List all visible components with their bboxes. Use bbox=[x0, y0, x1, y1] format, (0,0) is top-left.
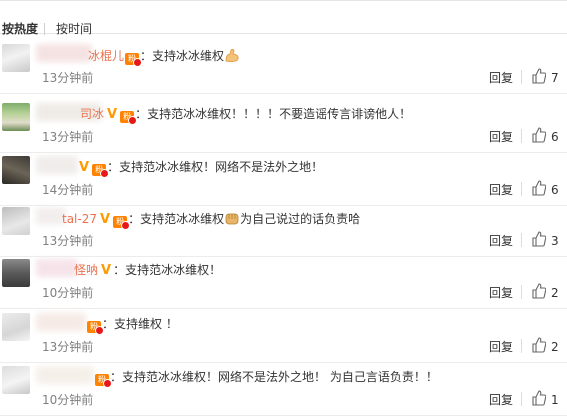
username[interactable]: 怪呐 bbox=[74, 263, 98, 277]
comment-text: ：支持范冰冰维权！网络不是法外之地！ bbox=[107, 160, 324, 174]
username[interactable]: tal-27 bbox=[62, 212, 97, 226]
comment-text: ：支持范冰冰维权！！！！不要造谣传言诽谤他人！ bbox=[135, 107, 412, 121]
action-divider bbox=[521, 392, 522, 406]
action-divider bbox=[521, 339, 522, 353]
thumbs-up-icon[interactable] bbox=[532, 180, 546, 196]
comment-text: ：支持范冰冰维权 bbox=[128, 212, 225, 226]
avatar[interactable] bbox=[2, 44, 30, 72]
like-count: 7 bbox=[551, 71, 559, 85]
comment-text-continued: 为自己说过的话负责哈 bbox=[240, 212, 361, 226]
thumbs-up-icon[interactable] bbox=[532, 283, 546, 299]
vip-v-icon: V bbox=[101, 263, 112, 278]
thumbs-up-icon[interactable] bbox=[532, 231, 546, 247]
comment-time: 14分钟前 bbox=[42, 183, 94, 197]
avatar[interactable] bbox=[2, 366, 30, 394]
avatar[interactable] bbox=[2, 207, 30, 235]
like-count: 1 bbox=[551, 393, 559, 407]
like-count: 3 bbox=[551, 234, 559, 248]
comment-text: ：支持维权 ！ bbox=[102, 317, 178, 331]
comment-time: 13分钟前 bbox=[42, 130, 94, 144]
thumbs-up-icon[interactable] bbox=[532, 68, 546, 84]
avatar[interactable] bbox=[2, 313, 30, 341]
thumbs-up-icon[interactable] bbox=[532, 127, 546, 143]
action-divider bbox=[521, 129, 522, 143]
avatar[interactable] bbox=[2, 259, 30, 287]
strong-arm-emoji-icon bbox=[225, 48, 239, 62]
blurred-username bbox=[36, 313, 86, 331]
action-divider bbox=[521, 233, 522, 247]
action-divider bbox=[521, 182, 522, 196]
vip-v-icon: V bbox=[79, 160, 90, 175]
vip-v-icon: V bbox=[107, 107, 118, 122]
username[interactable]: 司冰 bbox=[80, 107, 104, 121]
blurred-username bbox=[36, 259, 78, 277]
comment-item: 粉：支持维权 ！ 13分钟前 回复 2 bbox=[0, 305, 567, 363]
comment-item: 司冰 V 粉：支持范冰冰维权！！！！不要造谣传言诽谤他人！ 13分钟前 回复 6 bbox=[0, 95, 567, 153]
sort-by-hot[interactable]: 按热度 bbox=[2, 23, 38, 35]
sort-by-time[interactable]: 按时间 bbox=[56, 23, 92, 35]
comment-sort-bar: 按热度 按时间 bbox=[0, 0, 567, 35]
fan-badge-icon: 粉 bbox=[87, 321, 104, 335]
comment-time: 13分钟前 bbox=[42, 234, 94, 248]
reply-button[interactable]: 回复 bbox=[489, 341, 513, 353]
reply-button[interactable]: 回复 bbox=[489, 72, 513, 84]
like-count: 6 bbox=[551, 130, 559, 144]
vip-v-icon: V bbox=[100, 212, 111, 227]
fan-badge-icon: 粉 bbox=[120, 111, 138, 125]
comment-time: 10分钟前 bbox=[42, 286, 94, 300]
fist-emoji-icon bbox=[225, 213, 239, 225]
thumbs-up-icon[interactable] bbox=[532, 337, 546, 353]
reply-button[interactable]: 回复 bbox=[489, 394, 513, 406]
fan-badge-icon: 粉 bbox=[92, 164, 110, 178]
comment-item: tal-27 V 粉：支持范冰冰维权 为自己说过的话负责哈 13分钟前 回复 3 bbox=[0, 199, 567, 257]
reply-button[interactable]: 回复 bbox=[489, 235, 513, 247]
reply-button[interactable]: 回复 bbox=[489, 184, 513, 196]
comment-text: ：支持范冰冰维权！ bbox=[113, 263, 222, 277]
action-divider bbox=[521, 70, 522, 84]
action-divider bbox=[521, 285, 522, 299]
comment-time: 13分钟前 bbox=[42, 71, 94, 85]
like-count: 2 bbox=[551, 286, 559, 300]
avatar[interactable] bbox=[2, 156, 30, 184]
comment-item: 粉：支持范冰冰维权！网络不是法外之地！ 为自己言语负责！！ 10分钟前 回复 1 bbox=[0, 358, 567, 416]
fan-badge-icon: 粉 bbox=[113, 216, 131, 230]
username[interactable]: 冰棍儿 bbox=[88, 49, 124, 63]
blurred-username bbox=[36, 44, 92, 62]
reply-button[interactable]: 回复 bbox=[489, 287, 513, 299]
comment-text: ：支持范冰冰维权！网络不是法外之地！ 为自己言语负责！！ bbox=[110, 370, 438, 384]
comment-item: 冰棍儿粉：支持冰冰维权 13分钟前 回复 7 bbox=[0, 36, 567, 94]
fan-badge-icon: 粉 bbox=[125, 53, 143, 67]
comment-time: 10分钟前 bbox=[42, 393, 94, 407]
comment-time: 13分钟前 bbox=[42, 340, 94, 354]
blurred-username bbox=[36, 156, 78, 174]
reply-button[interactable]: 回复 bbox=[489, 131, 513, 143]
like-count: 2 bbox=[551, 340, 559, 354]
blurred-username bbox=[36, 366, 94, 384]
comment-item: V 粉：支持范冰冰维权！网络不是法外之地！ 14分钟前 回复 6 bbox=[0, 148, 567, 206]
avatar[interactable] bbox=[2, 103, 30, 131]
fan-badge-icon: 粉 bbox=[95, 374, 112, 388]
like-count: 6 bbox=[551, 183, 559, 197]
comment-item: 怪呐 V ：支持范冰冰维权！ 10分钟前 回复 2 bbox=[0, 251, 567, 309]
sort-divider bbox=[44, 23, 45, 35]
thumbs-up-icon[interactable] bbox=[532, 390, 546, 406]
comment-text: ：支持冰冰维权 bbox=[140, 49, 225, 63]
